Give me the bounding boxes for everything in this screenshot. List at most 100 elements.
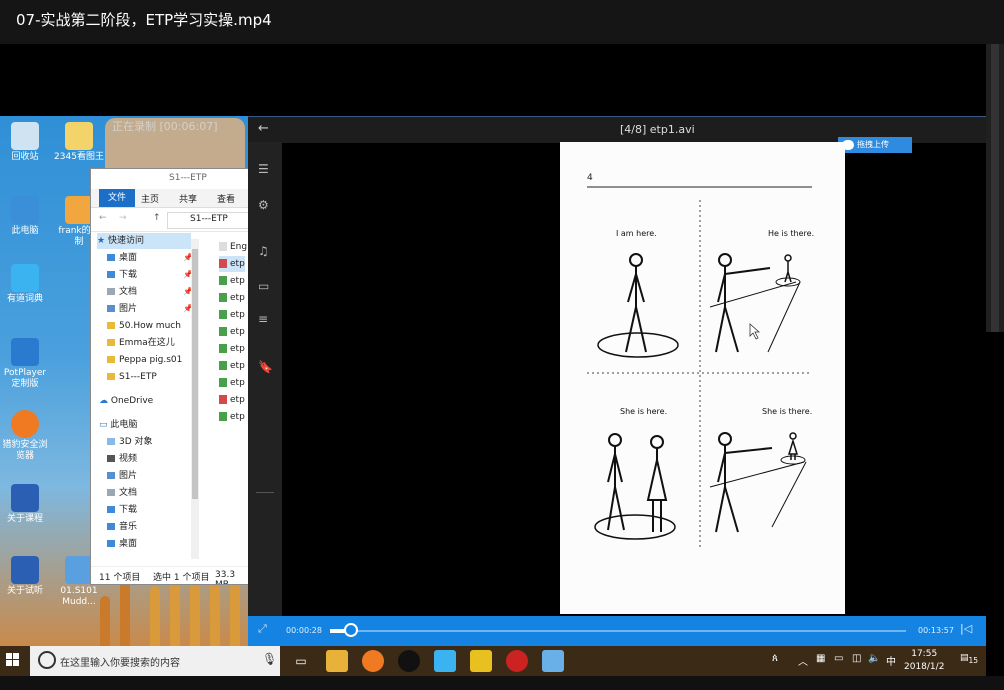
microphone-icon[interactable]: 🎙 [262,652,277,666]
people-icon[interactable]: ጰ [772,653,778,664]
store-app-icon[interactable] [542,650,564,672]
taskbar-clock[interactable]: 17:55 2018/1/2 [904,648,944,674]
file-item[interactable]: Eng [219,239,247,255]
nav-this-pc[interactable]: ▭ 此电脑 [99,417,137,433]
network-icon[interactable]: ◫ [852,653,861,664]
tab-home[interactable]: 主页 [141,192,159,205]
file-icon [219,344,227,353]
file-item[interactable]: etp [219,341,245,357]
nav-item-folder[interactable]: 50.How much [107,318,181,334]
nav-item-documents[interactable]: 文档 [107,284,137,300]
nav-pc-item[interactable]: 3D 对象 [107,434,153,450]
nav-pc-item[interactable]: 视频 [107,451,137,467]
subtitle-icon[interactable]: ▭ [258,279,269,293]
windows-start-icon[interactable] [6,653,20,667]
player-title-bar: 07-实战第二阶段，ETP学习实操.mp4 [0,0,1004,44]
desktop-icon-youdao[interactable]: 有道词典 [0,264,50,305]
pdf-app-icon[interactable] [470,650,492,672]
file-icon [219,327,227,336]
desktop-icon-potplayer[interactable]: PotPlayer 定制版 [0,338,50,390]
page-illustrations: 4 I am here. He is there. She is here. S… [587,173,814,547]
file-item[interactable]: etp [219,358,245,374]
tab-view[interactable]: 查看 [217,192,235,205]
file-item[interactable]: etp [219,392,245,408]
notification-icon[interactable]: ▤15 [960,653,978,665]
tab-file[interactable]: 文件 [99,189,135,207]
desktop-icon-about-trial[interactable]: 关于试听 [0,556,50,597]
bookmark-icon[interactable]: 🔖 [258,360,273,374]
browser-app-icon[interactable] [362,650,384,672]
taskbar-search-box[interactable]: 在这里输入你要搜索的内容 🎙 [30,646,280,676]
nav-item-folder[interactable]: Emma在这儿 [107,335,175,351]
recording-banner: 正在录制 [00:06:07] [112,120,218,133]
mi-tray-icon[interactable]: ▦ [816,653,825,664]
explorer-nav-scrollbar[interactable] [191,239,199,559]
skip-back-icon[interactable]: |◁ [960,622,972,635]
progress-track[interactable] [330,630,906,632]
desktop-icon-liebao-browser[interactable]: 猎豹安全浏览器 [0,410,50,462]
back-arrow-icon[interactable]: ← [258,121,269,136]
inner-player-title: [4/8] etp1.avi [620,123,695,136]
file-explorer-app-icon[interactable] [326,650,348,672]
nav-pc-item[interactable]: 桌面 [107,536,137,552]
nav-item-folder[interactable]: Peppa pig.s01 [107,352,182,368]
right-edge-scrollbar[interactable] [986,44,1004,332]
file-item[interactable]: etp [219,409,245,425]
nav-pc-item[interactable]: 图片 [107,468,137,484]
folder-icon [107,305,115,312]
forward-arrow-icon[interactable]: → [119,213,127,223]
file-explorer-window[interactable]: S1---ETP 文件 主页 共享 查看 ← → ↑ S1---ETP ★ 快速… [90,168,250,585]
file-item[interactable]: etp [219,256,245,272]
nav-quick-access[interactable]: ★ 快速访问 [97,233,191,249]
caption-he-is-there: He is there. [768,229,814,238]
file-item[interactable]: etp [219,273,245,289]
file-item[interactable]: etp [219,375,245,391]
folder-icon [107,373,115,380]
nav-item-desktop[interactable]: 桌面 [107,250,137,266]
music-note-icon[interactable]: ♫ [258,244,269,258]
cloud-icon: ☁ [99,396,111,406]
nav-item-folder[interactable]: S1---ETP [107,369,157,385]
up-arrow-icon[interactable]: ↑ [153,213,161,223]
file-item[interactable]: etp [219,307,245,323]
desktop-icon-this-pc[interactable]: 此电脑 [0,196,50,237]
playlist-icon[interactable]: ≡ [258,312,268,326]
computer-icon: ▭ [99,420,111,430]
file-icon [219,395,227,404]
file-icon [219,276,227,285]
menu-icon[interactable]: ☰ [258,162,269,176]
audio-file-icon [65,556,93,584]
file-item[interactable]: etp [219,290,245,306]
nav-pc-item[interactable]: 文档 [107,485,137,501]
folder-icon [107,489,115,496]
nav-item-pictures[interactable]: 图片 [107,301,137,317]
upload-button[interactable]: 拖拽上传 [838,137,912,153]
desktop-icon-about-course[interactable]: 关于课程 [0,484,50,525]
document-page: 4 I am here. He is there. She is here. S… [560,142,845,614]
nav-item-downloads[interactable]: 下载 [107,267,137,283]
nav-pc-item[interactable]: 下载 [107,502,137,518]
qq-app-icon[interactable] [398,650,420,672]
tab-share[interactable]: 共享 [179,192,197,205]
gear-icon[interactable]: ⚙ [258,198,269,212]
battery-icon[interactable]: ▭ [834,653,843,664]
file-item[interactable]: etp [219,324,245,340]
expand-icon[interactable]: ⤢ [258,622,267,636]
ime-indicator[interactable]: 中 [886,653,896,668]
back-arrow-icon[interactable]: ← [99,213,107,223]
nav-onedrive[interactable]: ☁ OneDrive [99,393,153,409]
figure-i-am-here [597,253,679,358]
desktop-icon-recycle-bin[interactable]: 回收站 [0,122,50,163]
folder-icon [107,322,115,329]
task-view-icon[interactable]: ▭ [290,650,312,672]
desktop-icon-2345-viewer[interactable]: 2345看图王 [54,122,104,163]
youdao-app-icon[interactable] [434,650,456,672]
address-field[interactable]: S1---ETP [167,212,249,229]
explorer-title-bar[interactable]: S1---ETP [91,169,249,189]
chevron-up-icon[interactable]: ︿ [798,653,808,668]
inner-player-sidebar: ☰ ⚙ ♫ ▭ ≡ 🔖 [248,142,282,616]
progress-knob[interactable] [343,623,358,637]
nav-pc-item[interactable]: 音乐 [107,519,137,535]
volume-icon[interactable]: 🔈 [868,653,880,664]
record-app-icon[interactable] [506,650,528,672]
